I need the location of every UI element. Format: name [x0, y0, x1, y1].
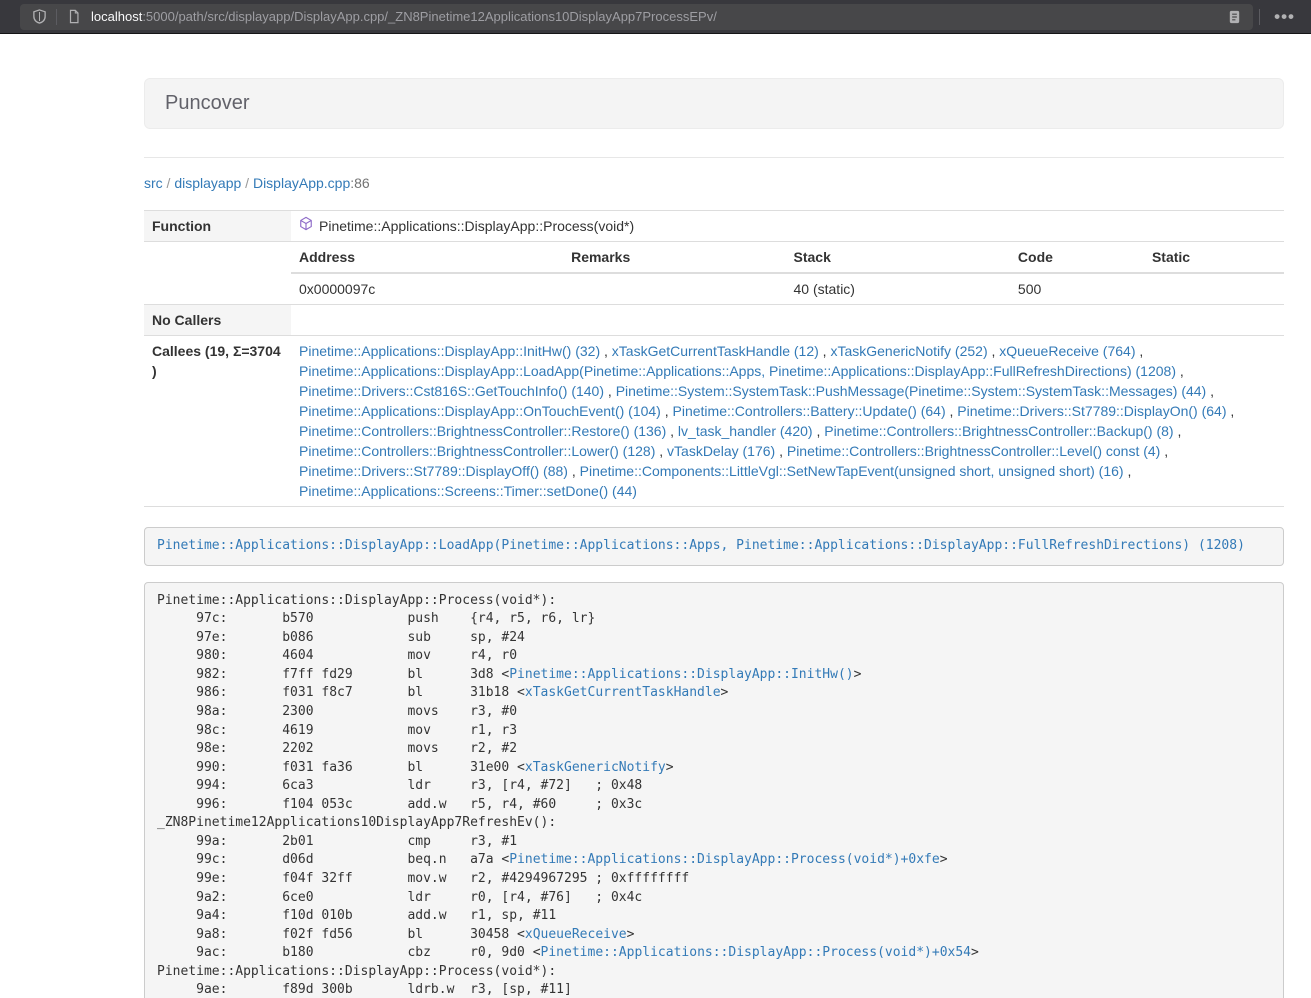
callees-label: Callees (19, Σ=3704 )	[144, 336, 291, 507]
callee-link[interactable]: Pinetime::Applications::DisplayApp::OnTo…	[299, 403, 661, 419]
url-bar-divider	[56, 9, 57, 25]
function-row: Function Pinetime::Applications::Display…	[144, 211, 1284, 242]
metrics-value-row: 0x0000097c 40 (static) 500	[291, 273, 1284, 304]
callees-row: Callees (19, Σ=3704 ) Pinetime::Applicat…	[144, 336, 1284, 507]
browser-toolbar: localhost:5000/path/src/displayapp/Displ…	[0, 0, 1311, 34]
app-header: Puncover	[144, 78, 1284, 129]
function-info-table: Function Pinetime::Applications::Display…	[144, 210, 1284, 507]
callee-separator: ,	[1160, 443, 1168, 459]
url-bar[interactable]: localhost:5000/path/src/displayapp/Displ…	[20, 4, 1253, 30]
callee-separator: ,	[1206, 383, 1214, 399]
toolbar-divider	[1259, 9, 1260, 25]
disassembly-symbol-link[interactable]: Pinetime::Applications::DisplayApp::Proc…	[541, 945, 971, 960]
callee-link[interactable]: Pinetime::Controllers::BrightnessControl…	[299, 443, 655, 459]
callee-separator: ,	[604, 383, 616, 399]
disassembly-symbol-link[interactable]: xQueueReceive	[525, 927, 627, 942]
callee-separator: ,	[666, 423, 678, 439]
highlighted-callee-block: Pinetime::Applications::DisplayApp::Load…	[144, 527, 1284, 566]
callee-separator: ,	[775, 443, 787, 459]
callee-separator: ,	[1174, 423, 1182, 439]
callee-link[interactable]: Pinetime::Controllers::Battery::Update()…	[673, 403, 946, 419]
highlighted-callee-link[interactable]: Pinetime::Applications::DisplayApp::Load…	[157, 538, 1245, 553]
url-text[interactable]: localhost:5000/path/src/displayapp/Displ…	[91, 9, 1223, 24]
callee-link[interactable]: Pinetime::Components::LittleVgl::SetNewT…	[580, 463, 1124, 479]
callee-link[interactable]: Pinetime::Controllers::BrightnessControl…	[824, 423, 1173, 439]
code-value: 500	[1010, 273, 1144, 304]
page-title: Puncover	[165, 93, 1263, 114]
function-name-cell: Pinetime::Applications::DisplayApp::Proc…	[291, 211, 1284, 242]
breadcrumb-line-number: :86	[350, 175, 369, 191]
breadcrumb-item[interactable]: displayapp	[174, 175, 241, 191]
breadcrumb-item[interactable]: DisplayApp.cpp	[253, 175, 350, 191]
callee-separator: ,	[813, 423, 825, 439]
callee-separator: ,	[568, 463, 580, 479]
callee-separator: ,	[600, 343, 612, 359]
remarks-value	[563, 273, 785, 304]
callee-link[interactable]: Pinetime::Drivers::St7789::DisplayOn() (…	[957, 403, 1226, 419]
page-container: Puncover src / displayapp / DisplayApp.c…	[144, 78, 1284, 998]
callees-cell: Pinetime::Applications::DisplayApp::Init…	[291, 336, 1284, 507]
callee-link[interactable]: xTaskGenericNotify (252)	[830, 343, 987, 359]
callee-link[interactable]: Pinetime::Drivers::St7789::DisplayOff() …	[299, 463, 568, 479]
callee-separator: ,	[661, 403, 673, 419]
callee-link[interactable]: Pinetime::Drivers::Cst816S::GetTouchInfo…	[299, 383, 604, 399]
metrics-column-header: Address	[291, 242, 563, 273]
page-icon[interactable]	[63, 6, 85, 28]
disassembly-symbol-link[interactable]: Pinetime::Applications::DisplayApp::Proc…	[509, 852, 939, 867]
callee-separator: ,	[819, 343, 831, 359]
metrics-table: AddressRemarksStackCodeStatic 0x0000097c…	[291, 242, 1284, 304]
metrics-column-header: Stack	[786, 242, 1010, 273]
callee-link[interactable]: Pinetime::Controllers::BrightnessControl…	[787, 443, 1160, 459]
url-host: localhost	[91, 9, 142, 24]
metrics-header-row: AddressRemarksStackCodeStatic	[291, 242, 1284, 273]
callee-link[interactable]: Pinetime::Controllers::BrightnessControl…	[299, 423, 666, 439]
metrics-row: AddressRemarksStackCodeStatic 0x0000097c…	[144, 242, 1284, 305]
no-callers-row: No Callers	[144, 305, 1284, 336]
function-name: Pinetime::Applications::DisplayApp::Proc…	[319, 216, 634, 236]
callee-link[interactable]: Pinetime::Applications::DisplayApp::Init…	[299, 343, 600, 359]
breadcrumb-separator: /	[163, 175, 175, 191]
divider	[144, 157, 1284, 158]
callee-link[interactable]: Pinetime::Applications::Screens::Timer::…	[299, 483, 637, 499]
url-path: :5000/path/src/displayapp/DisplayApp.cpp…	[142, 9, 717, 24]
function-label: Function	[144, 211, 291, 242]
disassembly-code: Pinetime::Applications::DisplayApp::Proc…	[144, 582, 1284, 998]
static-value	[1144, 273, 1284, 304]
disassembly-symbol-link[interactable]: xTaskGenericNotify	[525, 760, 666, 775]
address-value: 0x0000097c	[291, 273, 563, 304]
callee-separator: ,	[988, 343, 1000, 359]
reader-mode-icon[interactable]	[1223, 6, 1245, 28]
callee-link[interactable]: lv_task_handler (420)	[678, 423, 813, 439]
breadcrumb: src / displayapp / DisplayApp.cpp:86	[144, 173, 1284, 193]
callee-link[interactable]: xTaskGetCurrentTaskHandle (12)	[612, 343, 819, 359]
callee-separator: ,	[1135, 343, 1143, 359]
callee-separator: ,	[1176, 363, 1184, 379]
package-icon	[299, 216, 313, 236]
callee-separator: ,	[1227, 403, 1235, 419]
breadcrumb-separator: /	[241, 175, 253, 191]
disassembly-symbol-link[interactable]: Pinetime::Applications::DisplayApp::Init…	[509, 667, 853, 682]
callee-link[interactable]: Pinetime::Applications::DisplayApp::Load…	[299, 363, 1176, 379]
callee-link[interactable]: Pinetime::System::SystemTask::PushMessag…	[616, 383, 1207, 399]
metrics-column-header: Static	[1144, 242, 1284, 273]
no-callers-label: No Callers	[144, 305, 291, 336]
callee-link[interactable]: xQueueReceive (764)	[999, 343, 1135, 359]
callee-separator: ,	[655, 443, 667, 459]
callee-separator: ,	[946, 403, 958, 419]
callee-separator: ,	[1124, 463, 1132, 479]
breadcrumb-item[interactable]: src	[144, 175, 163, 191]
disassembly-symbol-link[interactable]: xTaskGetCurrentTaskHandle	[525, 685, 721, 700]
menu-icon[interactable]: •••	[1266, 4, 1303, 30]
metrics-column-header: Remarks	[563, 242, 785, 273]
callee-link[interactable]: vTaskDelay (176)	[667, 443, 775, 459]
stack-value: 40 (static)	[786, 273, 1010, 304]
metrics-column-header: Code	[1010, 242, 1144, 273]
shield-icon[interactable]	[28, 6, 50, 28]
